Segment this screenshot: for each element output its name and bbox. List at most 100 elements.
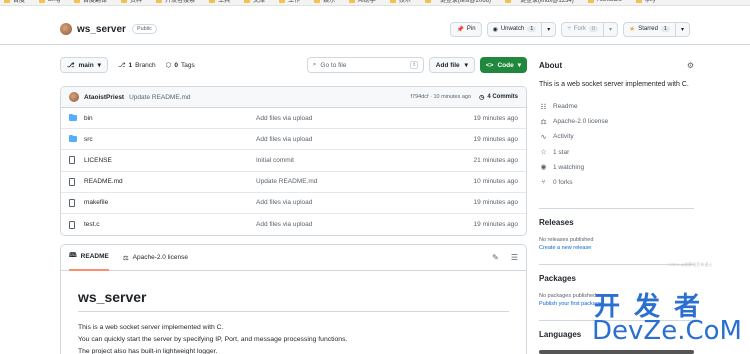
file-name-link[interactable]: test.c — [81, 221, 256, 228]
bookmark-item[interactable]: 技术 — [389, 0, 411, 4]
pin-icon: 📌 — [456, 26, 464, 33]
file-name-link[interactable]: bin — [81, 115, 256, 122]
commits-link[interactable]: ◷ 4 Commits — [479, 94, 518, 101]
file-name-link[interactable]: src — [81, 136, 256, 143]
file-name-link[interactable]: LICENSE — [81, 157, 256, 164]
branch-icon: ⎇ — [67, 62, 75, 69]
about-link-fork[interactable]: ⑂ 0 forks — [539, 175, 694, 190]
repo-toolbar: ⎇ main ▾ ⎇ 1 Branch ⬡ 0 Tags ⌕ Go to fil… — [60, 57, 527, 73]
folder-icon — [4, 0, 10, 3]
file-commit-message[interactable]: Add files via upload — [256, 199, 312, 206]
bookmark-item[interactable]: 百度翻译 — [74, 0, 107, 4]
branch-name: main — [78, 61, 94, 69]
bookmark-item[interactable]: ipify — [636, 0, 656, 3]
watermark-logo: 开发者 DevZe.CoM — [592, 286, 750, 354]
bookmark-label: 开发者搜索 — [165, 0, 196, 4]
branch-selector[interactable]: ⎇ main ▾ — [60, 57, 108, 73]
folder-icon — [39, 0, 46, 3]
about-link-law[interactable]: ⚖ Apache-2.0 license — [539, 114, 694, 129]
folder-icon — [121, 0, 128, 3]
latest-commit-bar: AtaoistPriest Update README.md f794dcf ·… — [61, 87, 526, 108]
file-commit-message[interactable]: Add files via upload — [256, 115, 312, 122]
pin-button[interactable]: 📌 Pin — [450, 21, 482, 37]
bookmark-item[interactable]: AlchatOS — [587, 0, 622, 3]
bookmark-item[interactable]: 娱乐 — [314, 0, 335, 4]
create-release-link[interactable]: Create a new release — [539, 245, 694, 251]
bookmark-item[interactable]: Bing — [39, 0, 60, 3]
watermark-caption: CSDN @刚察祝巴布達士 — [668, 262, 713, 267]
chevron-down-icon[interactable]: ▾ — [681, 26, 684, 33]
bookmark-item[interactable]: 一键登录(test@2068) — [424, 0, 491, 4]
bookmark-label: 工具 — [218, 0, 231, 4]
file-commit-message[interactable]: Add files via upload — [256, 136, 312, 143]
bookmark-item[interactable]: 工具 — [209, 0, 230, 4]
about-link-label: 1 star — [553, 148, 570, 156]
folder-icon — [209, 0, 216, 3]
bookmark-item[interactable]: 百度 — [4, 0, 25, 4]
bookmark-label: 百度翻译 — [83, 0, 108, 4]
commit-message[interactable]: Update README.md — [129, 94, 190, 101]
bookmark-item[interactable]: 工作 — [279, 0, 300, 4]
file-row: test.c Add files via upload 19 minutes ago — [61, 214, 526, 235]
go-to-file-input[interactable]: ⌕ Go to file t — [306, 57, 424, 73]
commit-author[interactable]: AtaoistPriest — [84, 94, 124, 101]
unwatch-button[interactable]: ◉ Unwatch 1 ▾ — [486, 21, 557, 37]
repo-name[interactable]: ws_server — [77, 24, 126, 35]
fork-button[interactable]: ⑂ Fork 0 ▾ — [561, 21, 618, 37]
add-file-button[interactable]: Add file ▾ — [428, 57, 475, 73]
folder-icon — [156, 0, 163, 3]
releases-heading[interactable]: Releases — [539, 218, 694, 227]
code-button[interactable]: <> Code ▾ — [479, 57, 527, 73]
file-commit-message[interactable]: Add files via upload — [256, 221, 312, 228]
branches-link[interactable]: ⎇ 1 Branch — [118, 61, 156, 70]
packages-heading[interactable]: Packages — [539, 274, 694, 283]
about-link-label: 1 watching — [553, 163, 585, 171]
fork-count: 0 — [588, 26, 598, 32]
chevron-down-icon[interactable]: ▾ — [547, 26, 550, 33]
list-icon[interactable]: ☰ — [511, 253, 518, 262]
about-link-star[interactable]: ☆ 1 star — [539, 145, 694, 160]
pencil-icon[interactable]: ✎ — [492, 253, 499, 262]
file-name-link[interactable]: README.md — [81, 178, 256, 185]
commit-author-avatar[interactable] — [69, 92, 79, 102]
starred-button[interactable]: ★ Starred 1 ▾ — [622, 21, 690, 37]
unwatch-label: Unwatch — [500, 26, 525, 32]
bookmark-item[interactable]: AI助手 — [349, 0, 376, 4]
readme-line: The project also has built-in lightweigh… — [78, 348, 218, 354]
commit-hash-time[interactable]: f794dcf · 10 minutes ago — [411, 94, 472, 100]
about-description: This is a web socket server implemented … — [539, 81, 689, 88]
eye-icon: ◉ — [492, 26, 498, 33]
bookmark-item[interactable]: 开发者搜索 — [156, 0, 195, 4]
bookmark-label: AlchatOS — [597, 0, 622, 3]
bookmark-item[interactable]: 一键登录(linux@1234) — [504, 0, 574, 4]
file-name-link[interactable]: makefile — [81, 199, 256, 206]
law-icon: ⚖ — [540, 118, 547, 126]
owner-avatar[interactable] — [60, 23, 72, 35]
bookmark-label: 一键登录(test@2068) — [433, 0, 491, 4]
about-link-label: Readme — [553, 103, 578, 111]
tab-license[interactable]: ⚖ Apache-2.0 license — [123, 245, 188, 271]
tab-license-label: Apache-2.0 license — [132, 254, 188, 261]
chevron-down-icon[interactable]: ▾ — [609, 26, 612, 33]
watch-count: 1 — [527, 26, 537, 32]
tags-link[interactable]: ⬡ 0 Tags — [166, 61, 195, 70]
about-link-pulse[interactable]: ∿ Activity — [539, 129, 694, 144]
chevron-down-icon: ▾ — [517, 62, 521, 69]
bookmark-item[interactable]: 资料 — [121, 0, 142, 4]
bookmark-label: 文库 — [253, 0, 266, 4]
tab-readme[interactable]: 🕮 README — [69, 245, 109, 271]
about-link-eye[interactable]: ◉ 1 watching — [539, 160, 694, 175]
bookmark-item[interactable]: 文库 — [244, 0, 265, 4]
bookmark-label: 工作 — [288, 0, 301, 4]
releases-section: Releases No releases published Create a … — [539, 218, 694, 251]
about-link-book[interactable]: ☷ Readme — [539, 99, 694, 114]
bookmark-label: AI助手 — [358, 0, 376, 4]
about-link-label: 0 forks — [553, 179, 573, 187]
history-icon: ◷ — [479, 94, 485, 101]
header-divider — [0, 44, 750, 45]
gear-icon[interactable]: ⚙ — [687, 61, 694, 70]
file-commit-message[interactable]: Update README.md — [256, 178, 317, 185]
star-icon: ★ — [628, 26, 636, 33]
law-icon: ⚖ — [122, 254, 129, 262]
file-commit-message[interactable]: Initial commit — [256, 157, 294, 164]
